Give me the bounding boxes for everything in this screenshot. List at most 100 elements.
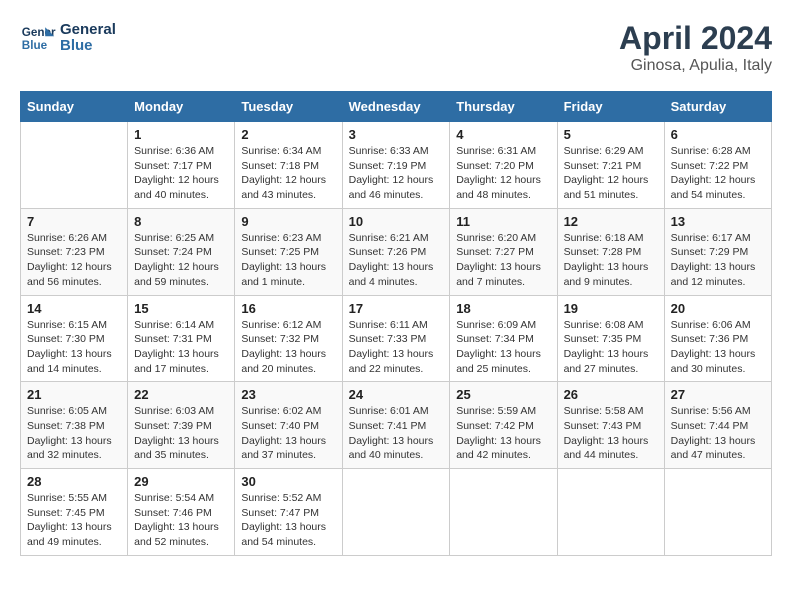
day-number: 8 [134, 214, 228, 229]
calendar-cell: 17 Sunrise: 6:11 AMSunset: 7:33 PMDayligh… [342, 295, 450, 382]
calendar-location: Ginosa, Apulia, Italy [619, 57, 772, 75]
day-detail: Sunrise: 6:01 AMSunset: 7:41 PMDaylight:… [349, 404, 444, 463]
logo: General Blue General Blue [20, 20, 116, 56]
day-number: 15 [134, 301, 228, 316]
day-detail: Sunrise: 6:36 AMSunset: 7:17 PMDaylight:… [134, 144, 228, 203]
day-number: 4 [456, 127, 550, 142]
day-number: 22 [134, 387, 228, 402]
day-detail: Sunrise: 6:21 AMSunset: 7:26 PMDaylight:… [349, 231, 444, 290]
day-detail: Sunrise: 6:03 AMSunset: 7:39 PMDaylight:… [134, 404, 228, 463]
day-detail: Sunrise: 5:55 AMSunset: 7:45 PMDaylight:… [27, 491, 121, 550]
calendar-cell [557, 469, 664, 556]
day-number: 16 [241, 301, 335, 316]
day-detail: Sunrise: 6:05 AMSunset: 7:38 PMDaylight:… [27, 404, 121, 463]
calendar-cell: 14Sunrise: 6:15 AMSunset: 7:30 PMDayligh… [21, 295, 128, 382]
day-number: 21 [27, 387, 121, 402]
calendar-cell: 11Sunrise: 6:20 AMSunset: 7:27 PMDayligh… [450, 208, 557, 295]
calendar-cell: 30 Sunrise: 5:52 AMSunset: 7:47 PMDayligh… [235, 469, 342, 556]
weekday-header-monday: Monday [128, 92, 235, 122]
calendar-cell [342, 469, 450, 556]
weekday-header-wednesday: Wednesday [342, 92, 450, 122]
day-detail: Sunrise: 6:09 AMSunset: 7:34 PMDaylight:… [456, 318, 550, 377]
day-detail: Sunrise: 6:29 AMSunset: 7:21 PMDaylight:… [564, 144, 658, 203]
day-number: 28 [27, 474, 121, 489]
calendar-cell: 12 Sunrise: 6:18 AMSunset: 7:28 PMDayligh… [557, 208, 664, 295]
day-number: 30 [241, 474, 335, 489]
week-row-2: 7 Sunrise: 6:26 AMSunset: 7:23 PMDaylight… [21, 208, 772, 295]
day-number: 17 [349, 301, 444, 316]
calendar-cell: 16 Sunrise: 6:12 AMSunset: 7:32 PMDayligh… [235, 295, 342, 382]
day-number: 7 [27, 214, 121, 229]
calendar-cell: 2Sunrise: 6:34 AMSunset: 7:18 PMDaylight… [235, 122, 342, 209]
weekday-header-row: SundayMondayTuesdayWednesdayThursdayFrid… [21, 92, 772, 122]
calendar-cell: 22 Sunrise: 6:03 AMSunset: 7:39 PMDayligh… [128, 382, 235, 469]
day-number: 27 [671, 387, 765, 402]
day-number: 3 [349, 127, 444, 142]
day-detail: Sunrise: 5:59 AMSunset: 7:42 PMDaylight:… [456, 404, 550, 463]
day-number: 25 [456, 387, 550, 402]
day-number: 24 [349, 387, 444, 402]
day-number: 5 [564, 127, 658, 142]
week-row-3: 14Sunrise: 6:15 AMSunset: 7:30 PMDayligh… [21, 295, 772, 382]
day-number: 18 [456, 301, 550, 316]
day-number: 26 [564, 387, 658, 402]
day-detail: Sunrise: 6:33 AMSunset: 7:19 PMDaylight:… [349, 144, 444, 203]
calendar-cell: 9 Sunrise: 6:23 AMSunset: 7:25 PMDaylight… [235, 208, 342, 295]
calendar-cell: 6Sunrise: 6:28 AMSunset: 7:22 PMDaylight… [664, 122, 771, 209]
day-number: 23 [241, 387, 335, 402]
day-number: 9 [241, 214, 335, 229]
day-detail: Sunrise: 6:11 AMSunset: 7:33 PMDaylight:… [349, 318, 444, 377]
calendar-cell: 15 Sunrise: 6:14 AMSunset: 7:31 PMDayligh… [128, 295, 235, 382]
day-detail: Sunrise: 6:28 AMSunset: 7:22 PMDaylight:… [671, 144, 765, 203]
day-detail: Sunrise: 6:02 AMSunset: 7:40 PMDaylight:… [241, 404, 335, 463]
calendar-title: April 2024 [619, 20, 772, 57]
logo-text-general: General [60, 22, 116, 39]
calendar-cell: 3 Sunrise: 6:33 AMSunset: 7:19 PMDaylight… [342, 122, 450, 209]
day-number: 11 [456, 214, 550, 229]
day-number: 13 [671, 214, 765, 229]
day-detail: Sunrise: 5:52 AMSunset: 7:47 PMDaylight:… [241, 491, 335, 550]
calendar-cell: 29 Sunrise: 5:54 AMSunset: 7:46 PMDayligh… [128, 469, 235, 556]
logo-icon: General Blue [20, 20, 56, 56]
calendar-cell: 21 Sunrise: 6:05 AMSunset: 7:38 PMDayligh… [21, 382, 128, 469]
day-detail: Sunrise: 6:26 AMSunset: 7:23 PMDaylight:… [27, 231, 121, 290]
calendar-cell: 27 Sunrise: 5:56 AMSunset: 7:44 PMDayligh… [664, 382, 771, 469]
day-detail: Sunrise: 5:54 AMSunset: 7:46 PMDaylight:… [134, 491, 228, 550]
calendar-cell: 28 Sunrise: 5:55 AMSunset: 7:45 PMDayligh… [21, 469, 128, 556]
calendar-cell: 13Sunrise: 6:17 AMSunset: 7:29 PMDayligh… [664, 208, 771, 295]
calendar-cell: 5 Sunrise: 6:29 AMSunset: 7:21 PMDaylight… [557, 122, 664, 209]
weekday-header-saturday: Saturday [664, 92, 771, 122]
calendar-cell: 23 Sunrise: 6:02 AMSunset: 7:40 PMDayligh… [235, 382, 342, 469]
day-detail: Sunrise: 6:14 AMSunset: 7:31 PMDaylight:… [134, 318, 228, 377]
day-number: 1 [134, 127, 228, 142]
calendar-cell: 10Sunrise: 6:21 AMSunset: 7:26 PMDayligh… [342, 208, 450, 295]
weekday-header-friday: Friday [557, 92, 664, 122]
day-detail: Sunrise: 6:25 AMSunset: 7:24 PMDaylight:… [134, 231, 228, 290]
calendar-cell: 26Sunrise: 5:58 AMSunset: 7:43 PMDayligh… [557, 382, 664, 469]
weekday-header-sunday: Sunday [21, 92, 128, 122]
calendar-cell: 7 Sunrise: 6:26 AMSunset: 7:23 PMDaylight… [21, 208, 128, 295]
svg-text:Blue: Blue [22, 39, 48, 52]
day-detail: Sunrise: 5:56 AMSunset: 7:44 PMDaylight:… [671, 404, 765, 463]
svg-text:General: General [22, 26, 56, 39]
calendar-cell: 4Sunrise: 6:31 AMSunset: 7:20 PMDaylight… [450, 122, 557, 209]
page-header: General Blue General Blue April 2024 Gin… [20, 20, 772, 75]
calendar-cell: 25 Sunrise: 5:59 AMSunset: 7:42 PMDayligh… [450, 382, 557, 469]
day-detail: Sunrise: 6:18 AMSunset: 7:28 PMDaylight:… [564, 231, 658, 290]
day-detail: Sunrise: 6:06 AMSunset: 7:36 PMDaylight:… [671, 318, 765, 377]
day-number: 19 [564, 301, 658, 316]
day-detail: Sunrise: 6:12 AMSunset: 7:32 PMDaylight:… [241, 318, 335, 377]
weekday-header-thursday: Thursday [450, 92, 557, 122]
day-detail: Sunrise: 6:08 AMSunset: 7:35 PMDaylight:… [564, 318, 658, 377]
calendar-cell: 1 Sunrise: 6:36 AMSunset: 7:17 PMDaylight… [128, 122, 235, 209]
calendar-cell: 18 Sunrise: 6:09 AMSunset: 7:34 PMDayligh… [450, 295, 557, 382]
day-number: 29 [134, 474, 228, 489]
day-number: 12 [564, 214, 658, 229]
day-number: 20 [671, 301, 765, 316]
day-detail: Sunrise: 6:15 AMSunset: 7:30 PMDaylight:… [27, 318, 121, 377]
title-block: April 2024 Ginosa, Apulia, Italy [619, 20, 772, 75]
day-detail: Sunrise: 6:23 AMSunset: 7:25 PMDaylight:… [241, 231, 335, 290]
logo-text-blue: Blue [60, 38, 116, 55]
week-row-4: 21 Sunrise: 6:05 AMSunset: 7:38 PMDayligh… [21, 382, 772, 469]
calendar-cell: 8 Sunrise: 6:25 AMSunset: 7:24 PMDaylight… [128, 208, 235, 295]
